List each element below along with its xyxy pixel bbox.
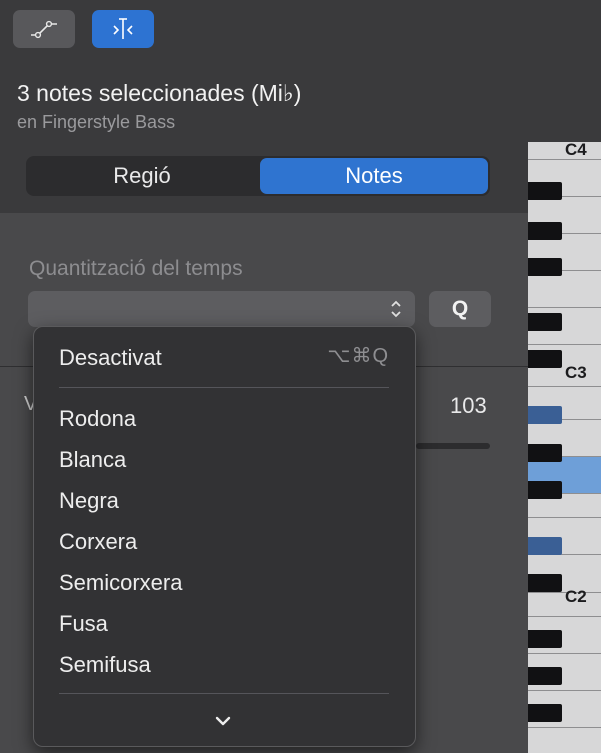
region-notes-segmented-control: Regió Notes: [26, 156, 490, 196]
black-key: [528, 667, 562, 685]
velocity-slider[interactable]: [416, 443, 490, 449]
piano-keyboard[interactable]: C4 C3 C2: [528, 142, 601, 753]
black-key: [528, 704, 562, 722]
menu-item-quarter[interactable]: Negra: [59, 488, 119, 514]
white-key-edge: [528, 616, 601, 617]
black-key: [528, 481, 562, 499]
black-key: [528, 222, 562, 240]
white-key-edge: [528, 307, 601, 308]
tab-region[interactable]: Regió: [26, 156, 258, 196]
black-key: [528, 630, 562, 648]
menu-separator: [59, 693, 389, 694]
menu-item-whole[interactable]: Rodona: [59, 406, 136, 432]
menu-separator: [59, 387, 389, 388]
black-key: [528, 444, 562, 462]
menu-item-half[interactable]: Blanca: [59, 447, 126, 473]
track-subtitle: en Fingerstyle Bass: [17, 112, 176, 132]
menu-item-sixty-fourth[interactable]: Semifusa: [59, 652, 151, 678]
menu-item-sixteenth[interactable]: Semicorxera: [59, 570, 182, 596]
black-key: [528, 182, 562, 200]
up-down-chevron-icon: [391, 300, 401, 318]
black-key: [528, 350, 562, 368]
quantize-icon: [113, 18, 133, 39]
inspector-toolbar: [0, 0, 528, 60]
white-key-edge: [528, 690, 601, 691]
white-key-edge: [528, 727, 601, 728]
black-key: [528, 258, 562, 276]
chevron-down-icon[interactable]: [210, 710, 236, 732]
black-key: [528, 313, 562, 331]
black-key: [528, 574, 562, 592]
white-key-edge: [528, 517, 601, 518]
white-key-edge: [528, 653, 601, 654]
selected-black-key: [528, 406, 562, 424]
tab-notes[interactable]: Notes: [260, 158, 488, 194]
selection-title: 3 notes seleccionades (Mi♭): [17, 80, 302, 106]
selected-black-key: [528, 537, 562, 555]
menu-item-off[interactable]: Desactivat: [59, 345, 162, 371]
automation-button[interactable]: [13, 10, 75, 48]
velocity-value: 103: [450, 393, 487, 418]
automation-curve-icon: [31, 20, 57, 39]
white-key-edge: [528, 386, 601, 387]
white-key-edge: [528, 344, 601, 345]
quantize-dropdown-menu: Desactivat ⌥⌘Q Rodona Blanca Negra Corxe…: [33, 326, 416, 747]
quantize-mode-button[interactable]: [92, 10, 154, 48]
octave-label-c3: C3: [565, 363, 587, 382]
menu-item-eighth[interactable]: Corxera: [59, 529, 137, 555]
menu-item-thirty-second[interactable]: Fusa: [59, 611, 108, 637]
piano-top-area: [528, 0, 601, 142]
octave-label-c4: C4: [565, 142, 587, 159]
octave-label-c2: C2: [565, 587, 587, 606]
quantize-q-button[interactable]: Q: [429, 291, 491, 327]
off-shortcut: ⌥⌘Q: [327, 345, 389, 367]
time-quantize-popup[interactable]: [28, 291, 415, 327]
time-quantize-label: Quantització del temps: [29, 257, 243, 280]
